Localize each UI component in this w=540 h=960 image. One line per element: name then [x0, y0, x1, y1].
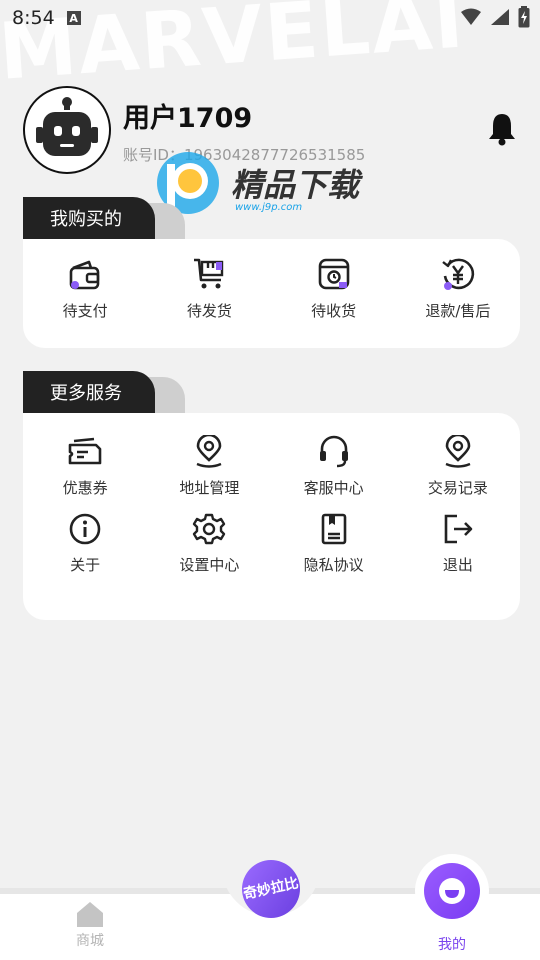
- logout-icon: [444, 514, 473, 544]
- services-card: 优惠券 地址管理 客服中心 交易记录 关于 设置中心 隐私协议 退出: [23, 413, 520, 620]
- pending-payment-label: 待支付: [62, 302, 108, 320]
- location-pin-icon: [445, 435, 471, 468]
- privacy-policy-button[interactable]: 隐私协议: [272, 512, 396, 575]
- settings-label: 设置中心: [179, 556, 240, 574]
- coupon-icon: [68, 437, 102, 465]
- watermark-logo: 精品下载 www.j9p.com: [155, 150, 359, 216]
- smile-face-icon: [439, 878, 465, 904]
- document-icon: [321, 513, 346, 545]
- avatar[interactable]: [23, 86, 111, 174]
- services-title: 更多服务: [23, 371, 155, 413]
- coupon-label: 优惠券: [62, 479, 108, 497]
- purchases-card: 待支付 待发货 待收货 退款/售后: [23, 239, 520, 348]
- signal-icon: [491, 9, 509, 25]
- coupon-button[interactable]: 优惠券: [23, 435, 147, 498]
- notification-bell-icon[interactable]: [487, 112, 517, 150]
- address-management-label: 地址管理: [179, 479, 240, 497]
- package-icon: [318, 258, 349, 290]
- pending-shipment-button[interactable]: 待发货: [147, 256, 271, 321]
- settings-button[interactable]: 设置中心: [147, 512, 271, 575]
- location-pin-icon: [196, 435, 222, 468]
- transaction-records-button[interactable]: 交易记录: [396, 435, 520, 498]
- watermark-title: 精品下载: [231, 166, 360, 204]
- nav-mine-label: 我的: [438, 937, 466, 953]
- wifi-icon: [461, 8, 481, 25]
- nav-mine-tab[interactable]: 我的: [414, 854, 490, 954]
- pending-payment-button[interactable]: 待支付: [23, 256, 147, 321]
- pending-receipt-label: 待收货: [311, 302, 357, 320]
- home-icon: [77, 902, 103, 927]
- user-name: 用户1709: [123, 103, 253, 134]
- logout-label: 退出: [442, 556, 473, 574]
- bottom-navigation: 商城 奇妙拉比 我的: [0, 854, 540, 960]
- customer-service-button[interactable]: 客服中心: [272, 435, 396, 498]
- customer-service-label: 客服中心: [303, 479, 364, 497]
- about-button[interactable]: 关于: [23, 512, 147, 575]
- wallet-icon: [69, 260, 100, 290]
- transaction-records-label: 交易记录: [427, 479, 488, 497]
- refund-label: 退款/售后: [425, 302, 491, 320]
- refund-button[interactable]: 退款/售后: [396, 256, 520, 321]
- services-tab: 更多服务: [23, 371, 185, 417]
- refund-yen-icon: [442, 258, 474, 290]
- nav-home-tab[interactable]: 商城: [62, 900, 118, 950]
- gear-icon: [193, 513, 226, 545]
- purchases-tab: 我购买的: [23, 197, 185, 243]
- headset-icon: [319, 435, 348, 468]
- cart-icon: [194, 258, 224, 289]
- address-management-button[interactable]: 地址管理: [147, 435, 271, 498]
- notification-app-icon: A: [66, 11, 81, 25]
- purchases-title: 我购买的: [23, 197, 155, 239]
- pending-receipt-button[interactable]: 待收货: [272, 256, 396, 321]
- nav-home-label: 商城: [76, 933, 104, 949]
- info-icon: [69, 513, 101, 545]
- logout-button[interactable]: 退出: [396, 512, 520, 575]
- about-label: 关于: [70, 556, 101, 574]
- robot-avatar-icon: [36, 97, 98, 156]
- status-bar: 8:54 A: [0, 0, 540, 36]
- privacy-policy-label: 隐私协议: [303, 556, 364, 574]
- battery-icon: [518, 6, 530, 28]
- watermark-url: www.j9p.com: [235, 202, 303, 213]
- status-icons: [460, 6, 530, 28]
- status-time: 8:54: [12, 7, 55, 29]
- pending-shipment-label: 待发货: [186, 302, 232, 320]
